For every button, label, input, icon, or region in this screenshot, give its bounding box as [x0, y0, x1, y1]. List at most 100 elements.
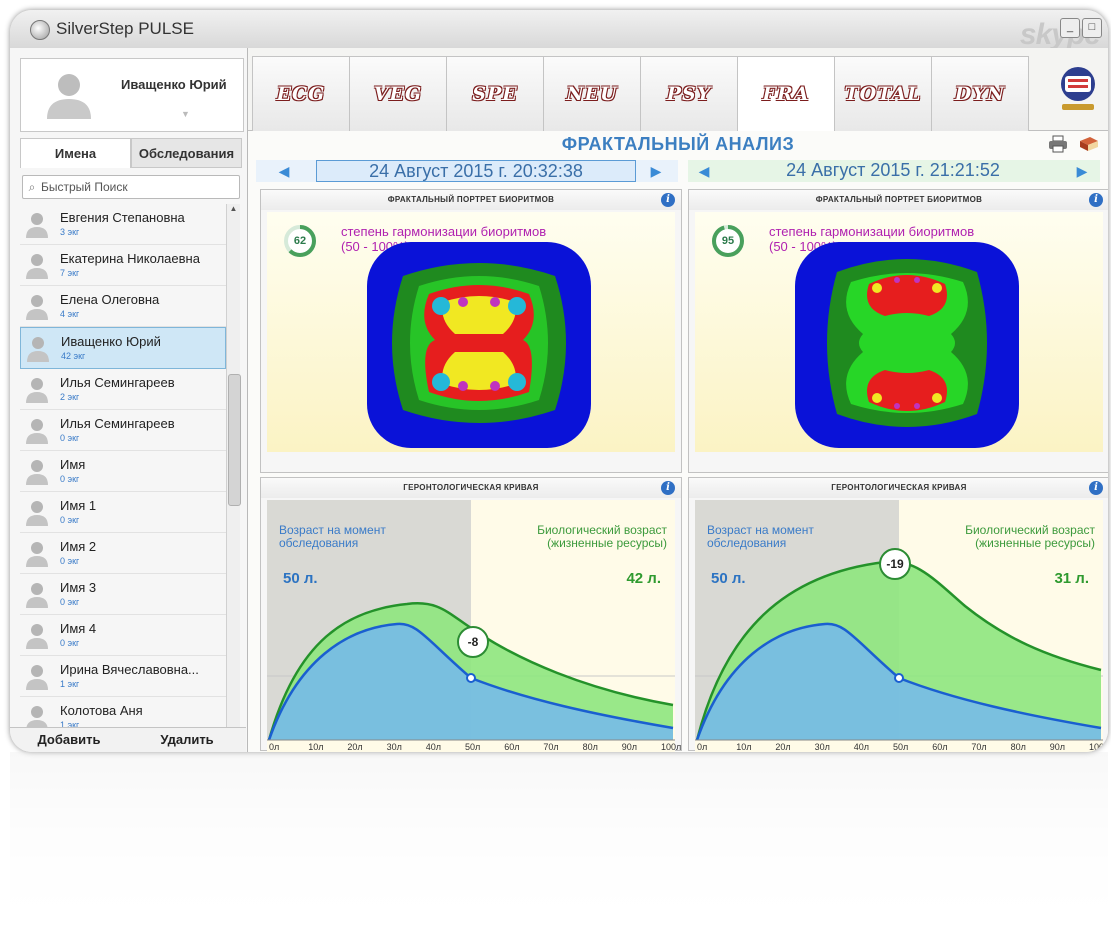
- info-icon[interactable]: i: [661, 481, 675, 495]
- person-avatar-icon: [26, 295, 48, 320]
- add-button[interactable]: Добавить: [10, 728, 128, 752]
- list-scrollbar[interactable]: ▲ ▼: [226, 204, 241, 744]
- window-reflection: [10, 752, 1108, 933]
- person-avatar-icon: [26, 213, 48, 238]
- person-avatar-icon: [26, 583, 48, 608]
- book-icon[interactable]: [1078, 135, 1100, 153]
- app-title: SilverStep PULSE: [56, 19, 194, 38]
- info-icon[interactable]: i: [661, 193, 675, 207]
- list-item-name: Имя 3: [60, 580, 97, 595]
- list-item-count: 0 экг: [60, 638, 80, 648]
- right-fractal-panel: ФРАКТАЛЬНЫЙ ПОРТРЕТ БИОРИТМОВ i 95 степе…: [688, 189, 1108, 473]
- list-item-count: 0 экг: [60, 556, 80, 566]
- list-item-count: 7 экг: [60, 268, 80, 278]
- right-age-delta-badge: -19: [879, 548, 911, 580]
- list-item-name: Елена Олеговна: [60, 292, 160, 307]
- sidebar: Иващенко Юрий ▼ Имена Обследования ⌕ Быст…: [10, 48, 248, 752]
- x-axis-tick: 90л: [621, 742, 638, 752]
- left-gerontology-panel: ГЕРОНТОЛОГИЧЕСКАЯ КРИВАЯ i Возраст на мо…: [260, 477, 682, 752]
- x-axis-tick: 70л: [971, 742, 987, 752]
- x-axis-tick: 20л: [347, 742, 363, 752]
- x-axis-tick: 90л: [1049, 742, 1066, 752]
- right-curve-title: ГЕРОНТОЛОГИЧЕСКАЯ КРИВАЯ: [689, 478, 1108, 498]
- list-item[interactable]: Имя 3 0 экг: [20, 574, 226, 615]
- list-item[interactable]: Ирина Вячеславовна... 1 экг: [20, 656, 226, 697]
- search-input[interactable]: ⌕ Быстрый Поиск: [22, 175, 240, 199]
- right-next-arrow-icon[interactable]: ▶: [1074, 163, 1090, 180]
- delete-button[interactable]: Удалить: [128, 728, 246, 752]
- minimize-button[interactable]: _: [1060, 18, 1080, 38]
- patient-list: Евгения Степановна 3 экг Екатерина Николае…: [20, 204, 226, 744]
- list-item[interactable]: Иващенко Юрий 42 экг: [20, 327, 226, 369]
- person-avatar-icon: [26, 542, 48, 567]
- list-item[interactable]: Имя 4 0 экг: [20, 615, 226, 656]
- x-axis-tick: 30л: [814, 742, 830, 752]
- chevron-down-icon[interactable]: ▼: [181, 109, 190, 119]
- list-item[interactable]: Имя 0 экг: [20, 451, 226, 492]
- person-avatar-icon: [26, 665, 48, 690]
- x-axis-tick: 50л: [465, 742, 481, 752]
- tab-ecg[interactable]: ECG: [252, 56, 350, 131]
- person-avatar-icon: [26, 378, 48, 403]
- right-gerontology-panel: ГЕРОНТОЛОГИЧЕСКАЯ КРИВАЯ i Возраст на мо…: [688, 477, 1108, 752]
- list-item[interactable]: Имя 2 0 экг: [20, 533, 226, 574]
- tab-psy[interactable]: PSY: [640, 56, 738, 131]
- left-fractal-portrait: 62 степень гармонизации биоритмов (50 - …: [267, 212, 675, 452]
- info-icon[interactable]: i: [1089, 481, 1103, 495]
- tab-total[interactable]: TOTAL: [834, 56, 932, 131]
- x-axis-tick: 60л: [932, 742, 948, 752]
- brand-badge-icon[interactable]: [1056, 64, 1100, 114]
- right-date-bar: ◀ 24 Август 2015 г. 21:21:52 ▶: [688, 160, 1100, 182]
- list-item-count: 0 экг: [60, 474, 80, 484]
- list-item-name: Екатерина Николаевна: [60, 251, 200, 266]
- list-item[interactable]: Илья Семингареев 2 экг: [20, 369, 226, 410]
- current-user-name: Иващенко Юрий: [121, 77, 227, 92]
- list-item[interactable]: Екатерина Николаевна 7 экг: [20, 245, 226, 286]
- x-axis-tick: 40л: [853, 742, 870, 752]
- person-avatar-icon: [27, 337, 49, 362]
- list-item[interactable]: Имя 1 0 экг: [20, 492, 226, 533]
- list-item-count: 42 экг: [61, 351, 86, 361]
- left-prev-arrow-icon[interactable]: ◀: [276, 163, 292, 180]
- list-item-name: Илья Семингареев: [60, 416, 175, 431]
- x-axis-tick: 100л: [661, 742, 682, 752]
- tab-dyn[interactable]: DYN: [931, 56, 1029, 131]
- list-item-name: Иващенко Юрий: [61, 334, 161, 349]
- person-avatar-icon: [26, 254, 48, 279]
- left-datetime[interactable]: 24 Август 2015 г. 20:32:38: [316, 160, 636, 182]
- right-prev-arrow-icon[interactable]: ◀: [696, 163, 712, 180]
- window-controls: _ □: [1060, 18, 1102, 38]
- tab-examinations[interactable]: Обследования: [131, 138, 242, 168]
- printer-icon[interactable]: [1048, 135, 1068, 153]
- sidebar-tabs: Имена Обследования: [20, 138, 242, 168]
- tab-spe[interactable]: SPE: [446, 56, 544, 131]
- scroll-up-icon[interactable]: ▲: [227, 204, 240, 218]
- current-user-card[interactable]: Иващенко Юрий ▼: [20, 58, 244, 132]
- title-bar: SilverStep PULSE skype _ □: [10, 10, 1108, 51]
- info-icon[interactable]: i: [1089, 193, 1103, 207]
- list-item[interactable]: Елена Олеговна 4 экг: [20, 286, 226, 327]
- left-next-arrow-icon[interactable]: ▶: [648, 163, 664, 180]
- x-axis-tick: 80л: [582, 742, 598, 752]
- sidebar-footer: Добавить Удалить: [10, 727, 246, 752]
- right-age-real-value: 50 л.: [711, 570, 746, 587]
- left-gerontology-curve: Возраст на момент обследования Биологиче…: [267, 500, 681, 752]
- tab-veg[interactable]: VEG: [349, 56, 447, 131]
- right-fractal-image: [795, 242, 1019, 448]
- scroll-thumb[interactable]: [228, 374, 241, 506]
- tab-names[interactable]: Имена: [20, 138, 131, 168]
- maximize-button[interactable]: □: [1082, 18, 1102, 38]
- person-avatar-icon: [26, 624, 48, 649]
- list-item-count: 1 экг: [60, 679, 80, 689]
- left-age-bio-value: 42 л.: [626, 570, 661, 587]
- tab-neu[interactable]: NEU: [543, 56, 641, 131]
- list-item-name: Имя 4: [60, 621, 97, 636]
- search-placeholder: Быстрый Поиск: [41, 180, 128, 194]
- reflection-fade: [10, 752, 1108, 933]
- tab-fra[interactable]: FRA: [737, 56, 835, 132]
- x-axis-tick: 40л: [425, 742, 442, 752]
- list-item[interactable]: Евгения Степановна 3 экг: [20, 204, 226, 245]
- left-age-bio-label-line2: (жизненные ресурсы): [547, 536, 667, 550]
- list-item[interactable]: Илья Семингареев 0 экг: [20, 410, 226, 451]
- list-item-count: 0 экг: [60, 515, 80, 525]
